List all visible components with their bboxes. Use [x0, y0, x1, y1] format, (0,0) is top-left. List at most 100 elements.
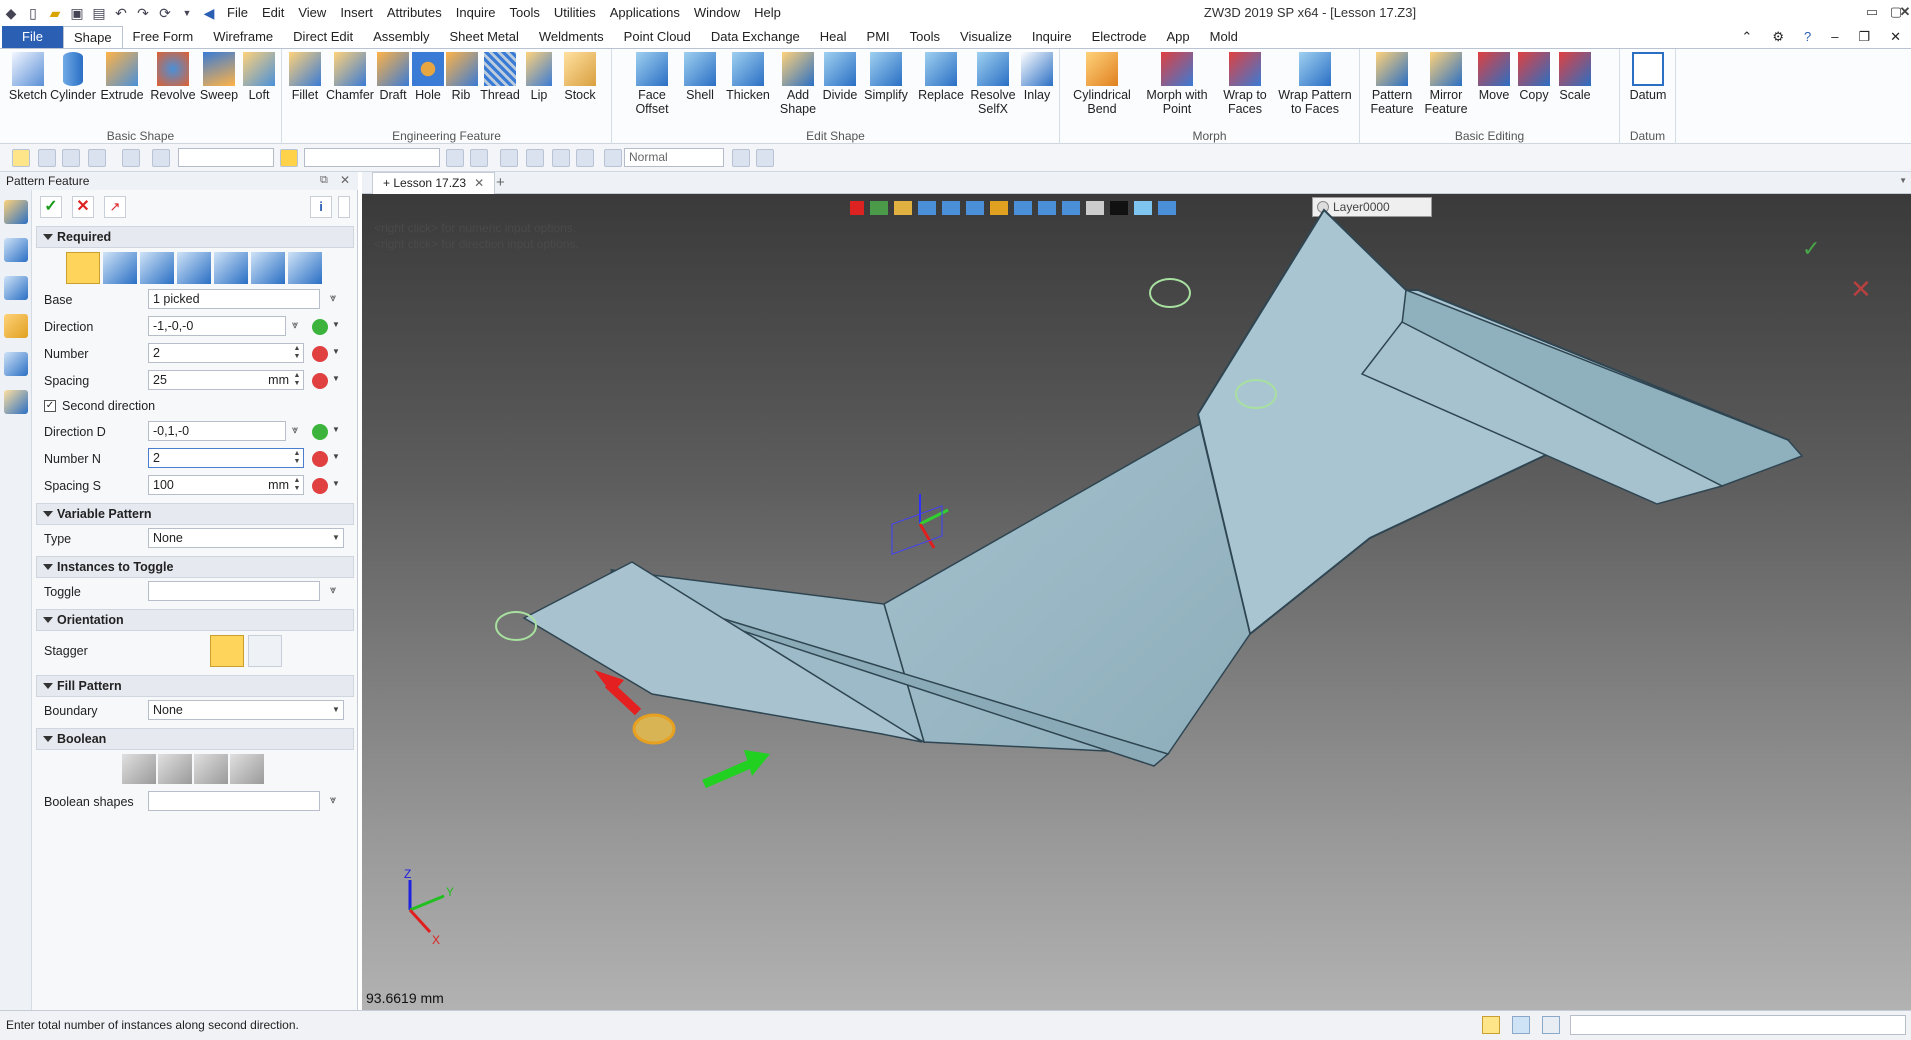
double-chevron-icon[interactable]: ⩔: [330, 794, 336, 807]
add-boolean-icon[interactable]: [158, 754, 192, 784]
tab-close-icon[interactable]: ✕: [474, 176, 484, 190]
link-icon[interactable]: [756, 149, 774, 167]
spinner-icon[interactable]: ▲ ▼: [292, 477, 302, 493]
close-button[interactable]: ✕: [1893, 0, 1911, 24]
tab-app[interactable]: App: [1157, 26, 1200, 48]
tab-data-exchange[interactable]: Data Exchange: [701, 26, 810, 48]
base-field[interactable]: 1 picked: [148, 289, 320, 309]
variable-pick-icon[interactable]: [312, 451, 328, 467]
rib-button[interactable]: Rib: [446, 52, 478, 102]
menu-applications[interactable]: Applications: [603, 0, 687, 26]
menu-file[interactable]: File: [220, 0, 255, 26]
direction-d-field[interactable]: -0,1,-0: [148, 421, 286, 441]
face-offset-button[interactable]: Face Offset: [630, 52, 674, 116]
thicken-button[interactable]: Thicken: [724, 52, 772, 102]
assembly-tree-icon[interactable]: [4, 276, 28, 300]
select-arrow-icon[interactable]: [12, 149, 30, 167]
resolve-selfx-button[interactable]: Resolve SelfX: [968, 52, 1018, 116]
toggle-field[interactable]: [148, 581, 320, 601]
app-logo-icon[interactable]: ◆: [0, 2, 22, 24]
tab-file[interactable]: File: [2, 26, 63, 48]
remove-boolean-icon[interactable]: [194, 754, 228, 784]
tab-weldments[interactable]: Weldments: [529, 26, 614, 48]
back-arrow-icon[interactable]: ◀: [198, 2, 220, 24]
section-variable-pattern[interactable]: Variable Pattern: [36, 503, 354, 525]
lip-button[interactable]: Lip: [526, 52, 552, 102]
chevron-down-icon[interactable]: ▼: [332, 320, 340, 329]
chevron-down-icon[interactable]: ▼: [332, 374, 340, 383]
draft-button[interactable]: Draft: [376, 52, 410, 102]
view-manager-icon[interactable]: [4, 352, 28, 376]
expand-panel-icon[interactable]: [338, 196, 350, 218]
table-pattern-icon[interactable]: [288, 252, 322, 284]
extrude-button[interactable]: Extrude: [99, 52, 145, 102]
gear-icon[interactable]: [604, 149, 622, 167]
layout-icon[interactable]: [1482, 1016, 1500, 1034]
info-icon[interactable]: i: [310, 196, 332, 218]
user-icon[interactable]: [4, 390, 28, 414]
spacing-s-field[interactable]: 100 mm ▲ ▼: [148, 475, 304, 495]
chamfer-button[interactable]: Chamfer: [326, 52, 374, 102]
section-boolean[interactable]: Boolean: [36, 728, 354, 750]
section-required[interactable]: Required: [36, 226, 354, 248]
stock-button[interactable]: Stock: [560, 52, 600, 102]
menu-view[interactable]: View: [291, 0, 333, 26]
tab-direct-edit[interactable]: Direct Edit: [283, 26, 363, 48]
copy-button[interactable]: Copy: [1514, 52, 1554, 102]
inlay-button[interactable]: Inlay: [1020, 52, 1054, 102]
section-instances-to-toggle[interactable]: Instances to Toggle: [36, 556, 354, 578]
points-pattern-icon[interactable]: [140, 252, 174, 284]
menu-attributes[interactable]: Attributes: [380, 0, 449, 26]
number-field[interactable]: 2 ▲ ▼: [148, 343, 304, 363]
section-orientation[interactable]: Orientation: [36, 609, 354, 631]
tab-electrode[interactable]: Electrode: [1082, 26, 1157, 48]
chevron-down-icon[interactable]: ▼: [332, 705, 340, 714]
divide-button[interactable]: Divide: [820, 52, 860, 102]
variable-pick-icon[interactable]: [312, 346, 328, 362]
spinner-icon[interactable]: ▲ ▼: [292, 450, 302, 466]
normal-combobox[interactable]: Normal: [624, 148, 724, 167]
save-icon[interactable]: ▣: [66, 2, 88, 24]
cylinder-button[interactable]: Cylinder: [48, 52, 98, 102]
pattern-feature-button[interactable]: Pattern Feature: [1366, 52, 1418, 116]
morph-with-point-button[interactable]: Morph with Point: [1144, 52, 1210, 116]
number-n-field[interactable]: 2 ▲ ▼: [148, 448, 304, 468]
menu-edit[interactable]: Edit: [255, 0, 291, 26]
shell-button[interactable]: Shell: [680, 52, 720, 102]
add-filter-icon[interactable]: [88, 149, 106, 167]
chevron-down-icon[interactable]: ▼: [332, 347, 340, 356]
window-minimize-icon[interactable]: –: [1821, 26, 1848, 48]
boolean-shapes-field[interactable]: [148, 791, 320, 811]
filter-list-icon[interactable]: [152, 149, 170, 167]
shape-filter-icon[interactable]: [122, 149, 140, 167]
menu-utilities[interactable]: Utilities: [547, 0, 603, 26]
pick-icon[interactable]: [38, 149, 56, 167]
menu-inquire[interactable]: Inquire: [449, 0, 503, 26]
mirror-feature-button[interactable]: Mirror Feature: [1420, 52, 1472, 116]
simplify-button[interactable]: Simplify: [862, 52, 910, 102]
tab-shape[interactable]: Shape: [62, 26, 123, 48]
print-icon[interactable]: ▤: [88, 2, 110, 24]
thread-button[interactable]: Thread: [478, 52, 522, 102]
chevron-down-icon[interactable]: ▼: [332, 533, 340, 542]
window-close-icon[interactable]: ✕: [1880, 26, 1911, 48]
chevron-down-icon[interactable]: ▼: [176, 2, 198, 24]
spacing-field[interactable]: 25 mm ▲ ▼: [148, 370, 304, 390]
undo-icon[interactable]: ↶: [110, 2, 132, 24]
window-icon[interactable]: [1542, 1016, 1560, 1034]
history-tree-icon[interactable]: [4, 238, 28, 262]
new-file-icon[interactable]: ▯: [22, 2, 44, 24]
direction-field[interactable]: -1,-0,-0: [148, 316, 286, 336]
pin-icon[interactable]: [576, 149, 594, 167]
tab-point-cloud[interactable]: Point Cloud: [614, 26, 701, 48]
double-chevron-icon[interactable]: ⩔: [330, 292, 336, 305]
cylindrical-bend-button[interactable]: Cylindrical Bend: [1072, 52, 1132, 116]
tab-visualize[interactable]: Visualize: [950, 26, 1022, 48]
redo-icon[interactable]: ↷: [132, 2, 154, 24]
tab-inquire[interactable]: Inquire: [1022, 26, 1082, 48]
second-direction-checkbox[interactable]: ✓: [44, 400, 56, 412]
linear-pattern-icon[interactable]: [66, 252, 100, 284]
add-shape-button[interactable]: Add Shape: [776, 52, 820, 116]
arrow-up-icon[interactable]: ⌃: [1731, 26, 1762, 48]
rebuild-icon[interactable]: ⟳: [154, 2, 176, 24]
